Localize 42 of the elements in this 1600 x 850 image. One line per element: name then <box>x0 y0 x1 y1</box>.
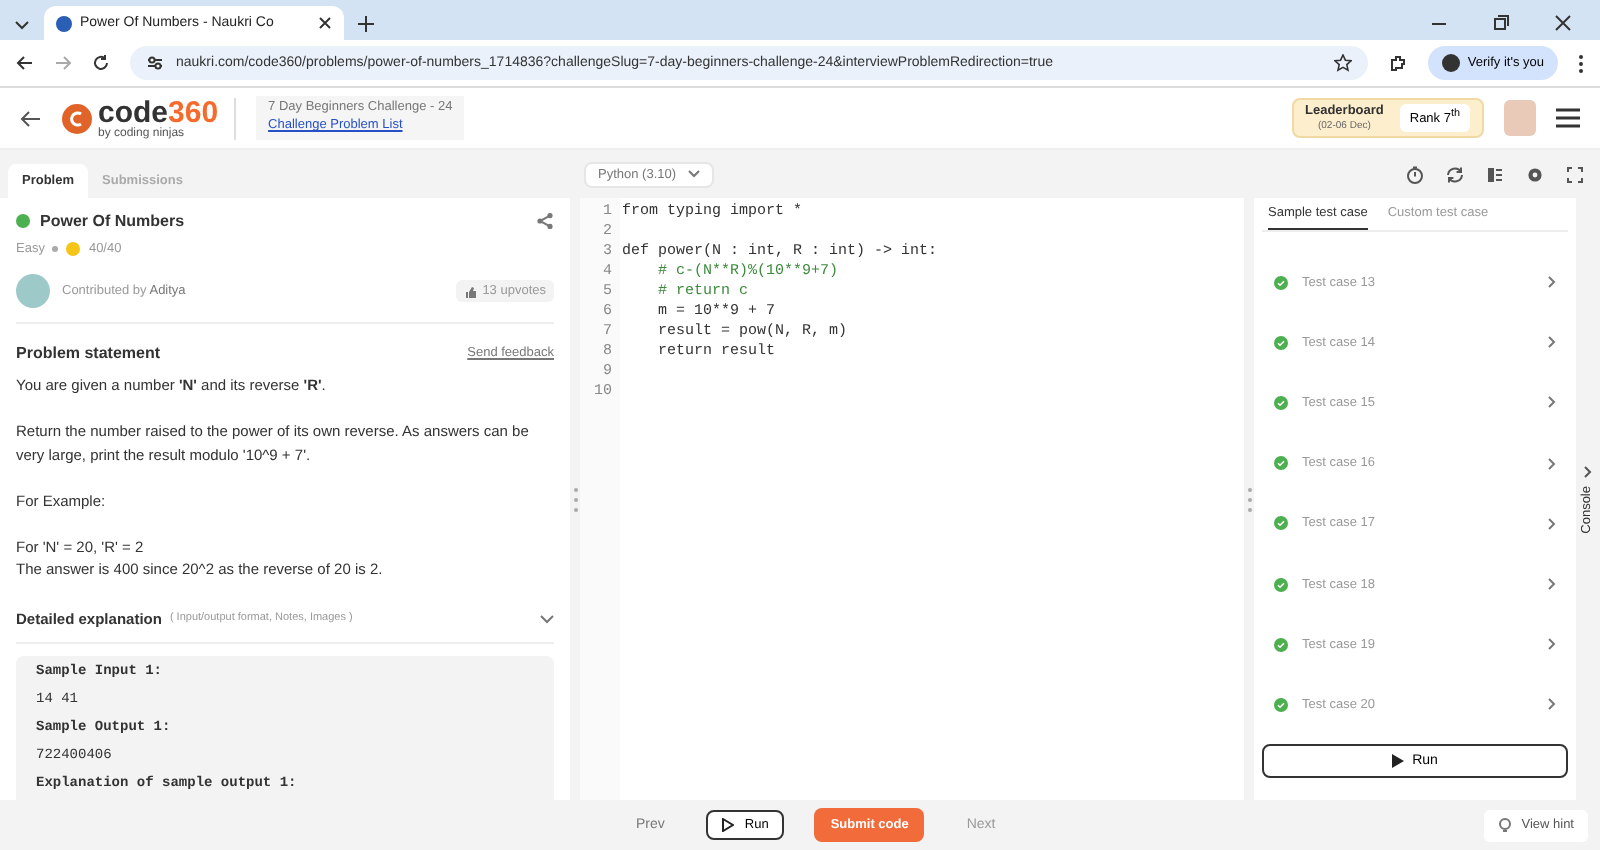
chevron-right-icon <box>1548 698 1556 711</box>
more-icon[interactable] <box>1578 53 1584 73</box>
chevron-right-icon <box>1548 396 1556 409</box>
menu-icon[interactable] <box>1556 108 1580 128</box>
chevron-right-icon <box>1548 276 1556 289</box>
lightbulb-icon <box>1497 817 1512 833</box>
book-icon[interactable] <box>1486 165 1504 183</box>
chevron-right-icon <box>1548 517 1556 530</box>
back-icon[interactable] <box>16 54 34 72</box>
coin-icon <box>66 242 81 256</box>
chevron-right-icon <box>1548 638 1556 651</box>
logo-mark-icon <box>62 103 92 133</box>
dot-icon <box>52 246 59 252</box>
fullscreen-icon[interactable] <box>1566 165 1584 183</box>
back-arrow-icon[interactable] <box>20 109 42 127</box>
play-icon <box>1392 753 1405 767</box>
share-icon[interactable] <box>536 212 554 230</box>
avatar-icon <box>1441 54 1460 72</box>
restore-icon[interactable] <box>1492 14 1510 32</box>
reload-icon[interactable] <box>92 54 110 72</box>
problem-title: Power Of Numbers <box>40 212 187 230</box>
logo-text: code360 <box>98 97 219 127</box>
drag-handle-icon[interactable] <box>1247 487 1251 511</box>
site-settings-icon[interactable] <box>146 54 164 72</box>
settings-icon[interactable] <box>1526 165 1544 183</box>
contributor-avatar <box>16 274 50 308</box>
timer-icon[interactable] <box>1406 165 1424 183</box>
star-icon[interactable] <box>1333 54 1352 72</box>
close-icon[interactable] <box>1554 14 1572 32</box>
chevron-right-icon <box>1548 336 1556 349</box>
drag-handle-icon[interactable] <box>573 487 577 511</box>
chevron-right-icon <box>1548 457 1556 470</box>
close-icon[interactable] <box>318 16 332 30</box>
extensions-icon[interactable] <box>1387 53 1408 73</box>
chevron-right-icon <box>1584 465 1592 478</box>
thumbs-up-icon <box>464 285 477 297</box>
play-icon <box>722 818 735 832</box>
refresh-icon[interactable] <box>1446 165 1464 183</box>
section-heading: Problem statement <box>16 344 163 362</box>
chevron-right-icon <box>1548 578 1556 591</box>
site-icon <box>56 15 72 31</box>
chevron-down-icon <box>688 170 701 178</box>
